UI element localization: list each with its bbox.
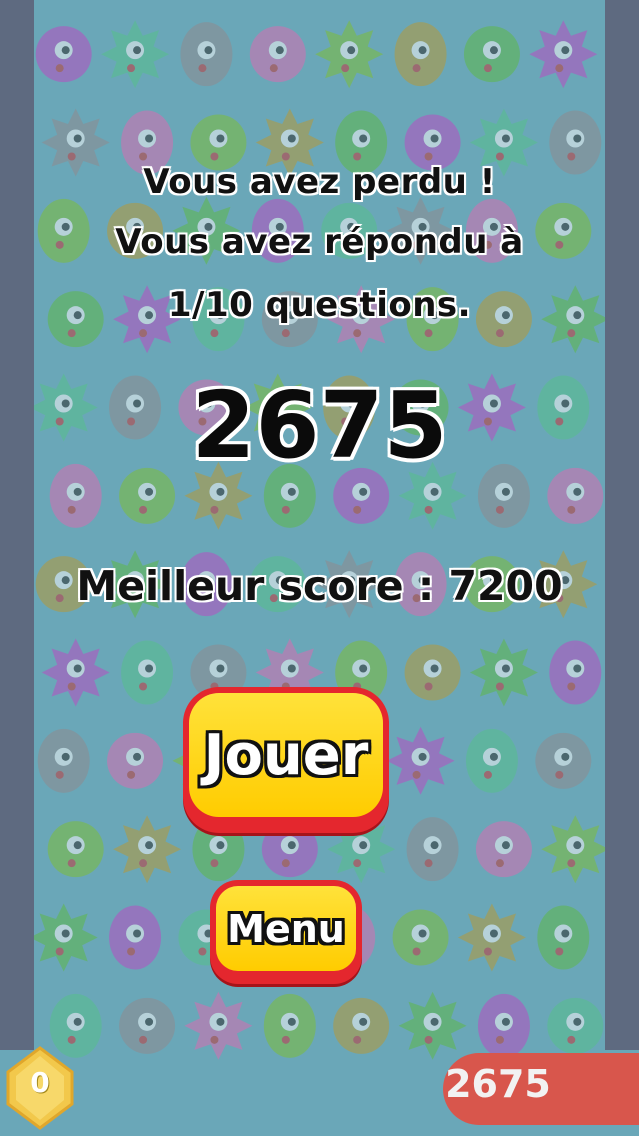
left-border [0, 0, 34, 1136]
score-badge-value: 2675 [445, 1062, 551, 1106]
right-border [605, 0, 639, 1136]
menu-button[interactable]: Menu [210, 880, 362, 984]
play-button[interactable]: Jouer [183, 687, 389, 833]
play-button-label: Jouer [189, 693, 383, 817]
game-over-message-line1: Vous avez perdu ! [143, 162, 496, 202]
final-score: 2675 [191, 372, 448, 479]
best-score: Meilleur score : 7200 [76, 562, 563, 610]
menu-button-label: Menu [216, 886, 356, 971]
game-over-message-line3: 1/10 questions. [167, 285, 472, 325]
game-over-message-line2: Vous avez répondu à [115, 222, 524, 262]
coin-count: 0 [30, 1066, 50, 1099]
